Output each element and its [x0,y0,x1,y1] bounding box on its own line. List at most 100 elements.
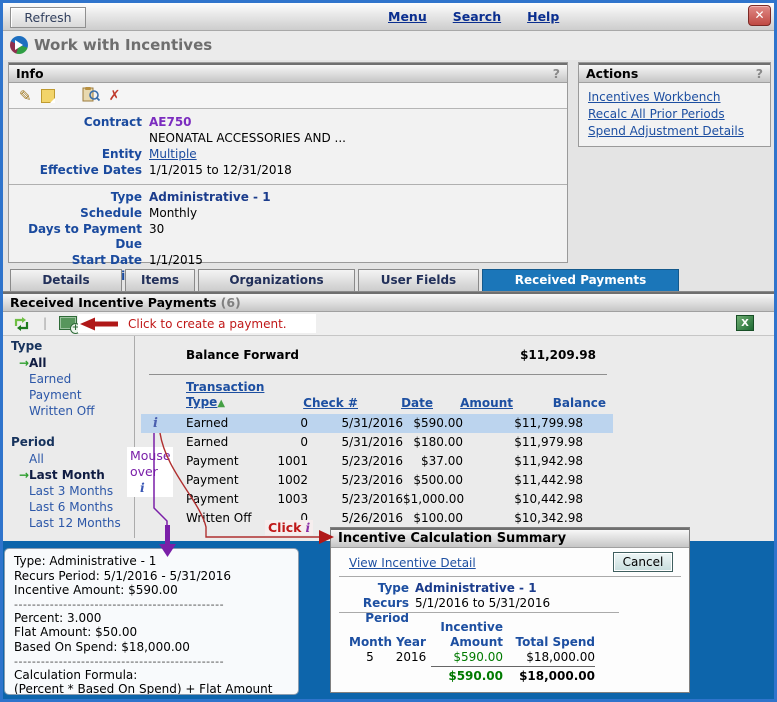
summary-col-incentive-line2: Amount [431,635,503,650]
view-incentive-detail-link[interactable]: View Incentive Detail [349,556,476,570]
column-transaction-line1: Transaction [186,380,264,394]
table-row[interactable]: i Earned 0 5/31/2016 $590.00 $11,799.98 [141,414,613,433]
field-type: Type Administrative - 1 [9,190,567,205]
table-body: i Earned 0 5/31/2016 $590.00 $11,799.98 … [141,414,613,528]
click-i-annotation: Clicki [265,520,313,535]
search-link[interactable]: Search [453,9,501,24]
field-contract-desc: NEONATAL ACCESSORIES AND ... [9,131,567,146]
filter-period-last-month-label: Last Month [29,468,105,482]
create-payment-annotation: Click to create a payment. [78,314,316,333]
tab-bar: Details Items Organizations User Fields … [10,269,679,291]
summary-incentive-value[interactable]: $590.00 [431,650,503,667]
field-days-to-payment: Days to Payment Due 30 [9,222,567,252]
filter-period-title: Period [11,435,135,451]
edit-pencil-icon[interactable]: ✎ [19,87,32,105]
payments-table: Balance Forward $11,209.98 Transaction T… [141,336,613,538]
menu-link[interactable]: Menu [388,9,427,24]
filter-period-all[interactable]: All [11,451,135,467]
incentives-workbench-link[interactable]: Incentives Workbench [588,90,721,104]
actions-help-icon[interactable]: ? [756,66,763,81]
summary-col-year: Year [391,635,431,650]
summary-type-row: Type Administrative - 1 [331,581,689,596]
tooltip-percent: Percent: 3.000 [14,611,289,626]
tooltip-divider: ----------------------------------------… [14,598,289,611]
spend-adjustment-details-link[interactable]: Spend Adjustment Details [588,124,744,138]
tab-details[interactable]: Details [10,269,122,291]
filter-period-last-12-months[interactable]: Last 12 Months [11,515,135,531]
top-toolbar: Refresh Menu Search Help ✕ [3,3,774,31]
filter-period-all-label: All [29,452,44,466]
field-effective-dates: Effective Dates 1/1/2015 to 12/31/2018 [9,163,567,178]
column-transaction-type[interactable]: Transaction Type▲ [141,380,291,411]
delete-cross-icon[interactable]: ✗ [109,88,121,104]
info-panel-title: Info [16,66,44,81]
recalc-prior-periods-link[interactable]: Recalc All Prior Periods [588,107,725,121]
tab-items[interactable]: Items [125,269,195,291]
start-date-label: Start Date [9,253,149,268]
table-row[interactable]: Payment 1003 5/23/2016 $1,000.00 $10,442… [141,490,613,509]
balance-forward-label: Balance Forward [186,348,299,362]
filter-period-last-3-months-label: Last 3 Months [29,484,113,498]
table-row[interactable]: Earned 0 5/31/2016 $180.00 $11,979.98 [141,433,613,452]
balance-forward-row: Balance Forward $11,209.98 [141,348,613,362]
column-amount[interactable]: Amount [433,396,513,411]
received-payments-header: Received Incentive Payments(6) [3,292,774,312]
schedule-value: Monthly [149,206,197,221]
summary-col-incentive-line1: Incentive [431,620,503,635]
table-row[interactable]: Payment 1002 5/23/2016 $500.00 $11,442.9… [141,471,613,490]
filter-period-last-6-months-label: Last 6 Months [29,500,113,514]
create-payment-button[interactable]: + [59,316,77,330]
table-row[interactable]: Payment 1001 5/23/2016 $37.00 $11,942.98 [141,452,613,471]
sort-asc-icon: ▲ [217,398,225,409]
tab-received-payments[interactable]: Received Payments [482,269,679,292]
table-header-row: Transaction Type▲ Check # Date Amount Ba… [141,380,613,411]
contract-link[interactable]: AE750 [149,115,192,130]
summary-table: Incentive Month Year Amount Total Spend … [349,620,595,684]
refresh-payments-icon[interactable] [13,316,30,335]
filter-type-payment[interactable]: Payment [11,387,135,403]
filter-type-earned[interactable]: Earned [11,371,135,387]
info-icon[interactable]: i [153,416,158,431]
filter-period-last-3-months[interactable]: Last 3 Months [11,483,135,499]
filter-type-payment-label: Payment [29,388,82,402]
table-row[interactable]: Written Off 0 5/26/2016 $100.00 $10,342.… [141,509,613,528]
column-date[interactable]: Date [358,396,433,411]
summary-total-spend-value: $18,000.00 [503,650,595,667]
refresh-button[interactable]: Refresh [10,7,86,28]
summary-panel-header: Incentive Calculation Summary [331,528,689,548]
mouse-over-annotation: Mouse over i [127,447,173,497]
entity-multiple-link[interactable]: Multiple [149,147,197,162]
title-bar: Work with Incentives [3,31,774,60]
filter-type-written-off[interactable]: Written Off [11,403,135,419]
effective-dates-value: 1/1/2015 to 12/31/2018 [149,163,292,178]
tooltip-incentive-amount: Incentive Amount: $590.00 [14,583,289,598]
help-link[interactable]: Help [527,9,559,24]
excel-export-icon[interactable]: X [736,315,754,331]
cancel-button[interactable]: Cancel [613,552,673,572]
field-entity: Entity Multiple [9,147,567,162]
column-check[interactable]: Check # [291,396,358,411]
note-icon[interactable] [41,89,55,103]
tab-user-fields[interactable]: User Fields [358,269,479,291]
incentive-calculation-summary-panel: Incentive Calculation Summary View Incen… [330,527,690,693]
days-to-payment-label: Days to Payment Due [9,222,149,252]
create-payment-annotation-text: Click to create a payment. [128,317,287,331]
tooltip-formula: (Percent * Based On Spend) + Flat Amount [14,682,289,695]
selected-arrow-icon: → [11,356,29,370]
filter-period-last-6-months[interactable]: Last 6 Months [11,499,135,515]
filter-type-all-label: All [29,356,47,370]
actions-panel-header: Actions ? [579,63,770,83]
info-divider [9,184,567,185]
close-button[interactable]: ✕ [748,5,771,26]
summary-col-month: Month [349,635,391,650]
tab-organizations[interactable]: Organizations [198,269,355,291]
summary-year-value: 2016 [391,650,431,667]
info-panel-header: Info ? [9,63,567,83]
toolbar-separator: | [43,316,47,330]
filter-period-last-month[interactable]: → Last Month [11,467,135,483]
audit-search-icon[interactable] [82,87,100,105]
info-help-icon[interactable]: ? [553,66,560,81]
red-left-arrow-icon [78,317,120,331]
filter-type-all[interactable]: → All [11,355,135,371]
info-icon: i [140,480,145,495]
